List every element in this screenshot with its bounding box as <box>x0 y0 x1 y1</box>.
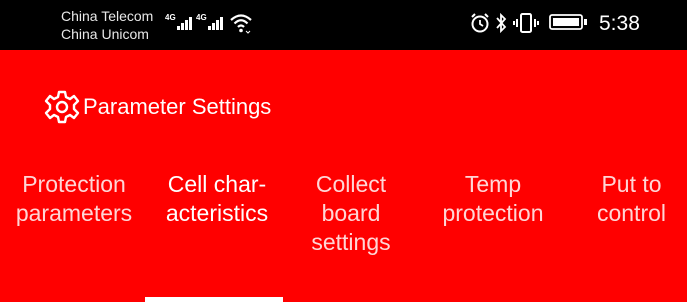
tab-label-line: settings <box>311 229 391 255</box>
clock: 5:38 <box>599 12 640 35</box>
status-bar: China Telecom China Unicom 4G 4G 5:38 <box>0 0 687 50</box>
tab-collect-board-settings[interactable]: Collect board settings <box>290 170 412 257</box>
tab-put-to-control[interactable]: Put to control <box>576 170 687 228</box>
tab-label-line: Collect <box>315 171 387 197</box>
tab-protection-parameters[interactable]: Protection parameters <box>0 170 148 228</box>
tab-label-line: control <box>596 200 667 226</box>
carrier-2-label: China Unicom <box>61 26 149 42</box>
wifi-icon <box>230 14 252 34</box>
battery-icon <box>549 14 587 30</box>
active-tab-indicator <box>145 297 283 302</box>
page-title: Parameter Settings <box>83 94 272 119</box>
network-type-1: 4G <box>165 13 176 22</box>
network-type-2: 4G <box>196 13 207 22</box>
carrier-1-label: China Telecom <box>61 8 154 24</box>
carrier-info: China Telecom China Unicom <box>61 7 153 43</box>
vibrate-icon <box>513 13 539 33</box>
tab-label-line: parameters <box>15 200 133 226</box>
tab-label-line: Temp <box>464 171 522 197</box>
bluetooth-icon <box>496 12 507 34</box>
app-screen: China Telecom China Unicom 4G 4G 5:38 Pa… <box>0 0 687 302</box>
tab-temp-protection[interactable]: Temp protection <box>418 170 568 228</box>
alarm-icon <box>471 13 489 33</box>
gear-icon[interactable] <box>44 89 80 125</box>
tab-cell-characteristics[interactable]: Cell char- acteristics <box>148 170 286 228</box>
tab-label-line: acteristics <box>165 200 269 226</box>
tab-label-line: Put to <box>601 171 662 197</box>
tab-label-line: board <box>321 200 381 226</box>
tab-label-line: Protection <box>22 171 126 197</box>
tab-label-line: protection <box>442 200 544 226</box>
tab-label-line: Cell char- <box>167 171 267 197</box>
signal-icon: 4G <box>165 14 193 30</box>
signal-icon: 4G <box>196 14 224 30</box>
